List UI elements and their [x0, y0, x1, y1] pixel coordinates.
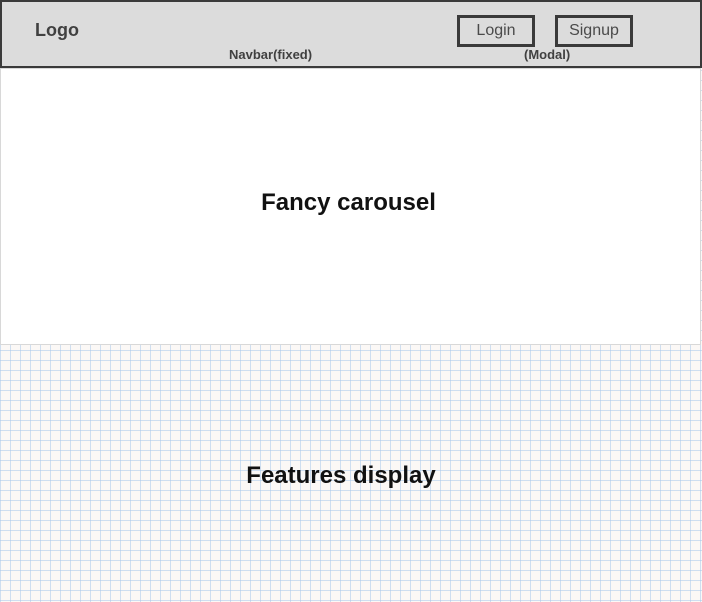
login-button[interactable]: Login [457, 15, 535, 47]
wireframe-canvas: Logo Navbar(fixed) Login Signup (Modal) … [0, 0, 702, 602]
carousel-label: Fancy carousel [261, 189, 436, 216]
carousel-section: Fancy carousel [0, 68, 701, 345]
signup-button[interactable]: Signup [555, 15, 633, 47]
navbar-caption: Navbar(fixed) [229, 47, 313, 62]
modal-caption: (Modal) [524, 47, 571, 62]
features-label: Features display [246, 462, 436, 489]
features-section: Features display [0, 345, 702, 602]
logo[interactable]: Logo [35, 20, 79, 41]
navbar: Logo Navbar(fixed) Login Signup (Modal) [0, 0, 702, 68]
